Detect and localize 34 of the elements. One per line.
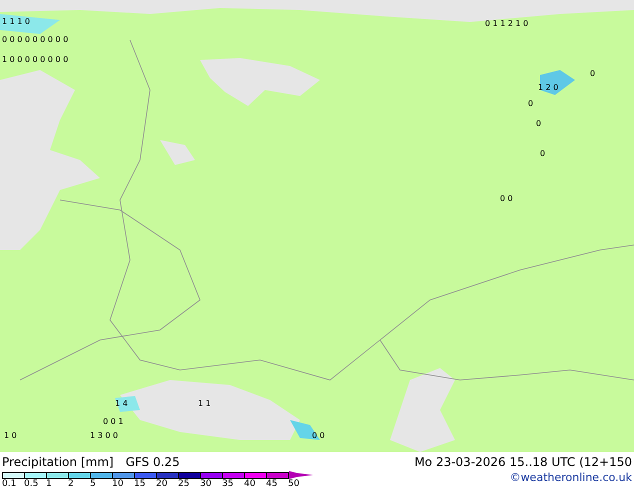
precipitation-value: 0 0 1	[103, 418, 124, 426]
precipitation-value: 0 0	[312, 432, 325, 440]
scale-label: 10	[112, 479, 124, 489]
precipitation-value: 1 4	[115, 400, 128, 408]
precipitation-value: 0	[540, 150, 546, 158]
scale-label: 25	[178, 479, 190, 489]
precipitation-value: 1 1	[198, 400, 211, 408]
scale-label: 30	[200, 479, 212, 489]
scale-label: 20	[156, 479, 168, 489]
precipitation-value: 1 2 0	[538, 84, 558, 92]
precipitation-value: 1 3 0 0	[90, 432, 118, 440]
precipitation-value: 0 1 1 2 1 0	[485, 20, 528, 28]
legend-title: Precipitation [mm]	[2, 455, 114, 469]
scale-label: 5	[90, 479, 97, 489]
model-name: GFS 0.25	[126, 455, 180, 469]
scale-label: 0.5	[24, 479, 40, 489]
scale-label: 45	[266, 479, 278, 489]
credit-link[interactable]: ©weatheronline.co.uk	[510, 471, 632, 485]
valid-time: Mo 23-03-2026 15..18 UTC (12+150	[414, 455, 632, 469]
scale-label: 40	[244, 479, 256, 489]
precipitation-value: 1 1 1 0	[2, 18, 30, 26]
precipitation-value: 0	[528, 100, 534, 108]
scale-label: 2	[68, 479, 75, 489]
scale-label: 35	[222, 479, 234, 489]
precipitation-value: 1 0	[4, 432, 17, 440]
precipitation-value: 0 0 0 0 0 0 0 0 0	[2, 36, 68, 44]
precipitation-value: 0	[590, 70, 596, 78]
scale-label: 0.1	[2, 479, 18, 489]
scale-label: 50	[288, 479, 300, 489]
scale-label: 1	[46, 479, 53, 489]
precipitation-value: 1 0 0 0 0 0 0 0 0	[2, 56, 68, 64]
precipitation-value: 0	[536, 120, 542, 128]
scale-label: 15	[134, 479, 146, 489]
precipitation-value: 0 0	[500, 195, 513, 203]
